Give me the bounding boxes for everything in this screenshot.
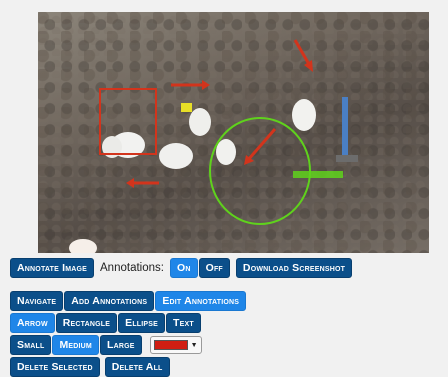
- sample-bag: [159, 143, 193, 169]
- mode-edit-annotations-button[interactable]: Edit Annotations: [155, 291, 247, 311]
- annotations-off-button[interactable]: Off: [198, 258, 230, 278]
- arrow-head: [202, 80, 210, 90]
- mode-add-annotations-button[interactable]: Add Annotations: [64, 291, 155, 311]
- sample-bag: [69, 239, 97, 253]
- shape-text-button[interactable]: Text: [166, 313, 201, 333]
- size-large-button[interactable]: Large: [99, 335, 142, 355]
- arrow-annotation[interactable]: [293, 39, 312, 67]
- shape-toolbar: Arrow Rectangle Ellipse Text: [10, 313, 201, 333]
- arrow-head: [126, 178, 134, 188]
- delete-toolbar: Delete Selected Delete All: [10, 357, 170, 377]
- sample-bag: [216, 139, 236, 165]
- delete-all-button[interactable]: Delete All: [104, 357, 170, 377]
- size-toolbar: Small Medium Large ▼: [10, 335, 202, 355]
- color-swatch: [153, 340, 188, 350]
- chevron-down-icon: ▼: [190, 341, 198, 349]
- annotations-on-button[interactable]: On: [169, 258, 198, 278]
- yellow-label: [181, 103, 192, 112]
- main-toolbar: Annotate Image Annotations: On Off Downl…: [10, 258, 353, 278]
- color-picker[interactable]: ▼: [149, 336, 202, 354]
- annotated-photo[interactable]: [38, 12, 429, 253]
- hammer-handle: [342, 97, 348, 157]
- shape-arrow-button[interactable]: Arrow: [10, 313, 55, 333]
- mode-navigate-button[interactable]: Navigate: [10, 291, 64, 311]
- annotation-layer[interactable]: [38, 12, 429, 253]
- sample-bag: [189, 108, 211, 136]
- shape-rectangle-button[interactable]: Rectangle: [55, 313, 118, 333]
- mode-toolbar: Navigate Add Annotations Edit Annotation…: [10, 291, 247, 311]
- size-medium-button[interactable]: Medium: [52, 335, 99, 355]
- annotations-toggle: On Off: [169, 258, 230, 278]
- download-screenshot-button[interactable]: Download Screenshot: [235, 258, 353, 278]
- delete-selected-button[interactable]: Delete Selected: [10, 357, 100, 377]
- annotations-label: Annotations:: [100, 262, 164, 274]
- shape-ellipse-button[interactable]: Ellipse: [118, 313, 166, 333]
- size-small-button[interactable]: Small: [10, 335, 52, 355]
- arrow-annotation[interactable]: [246, 128, 277, 161]
- hammer-head: [336, 155, 358, 162]
- annotate-image-button[interactable]: Annotate Image: [10, 258, 95, 278]
- sample-bag: [292, 99, 316, 131]
- text-annotation[interactable]: [293, 171, 343, 178]
